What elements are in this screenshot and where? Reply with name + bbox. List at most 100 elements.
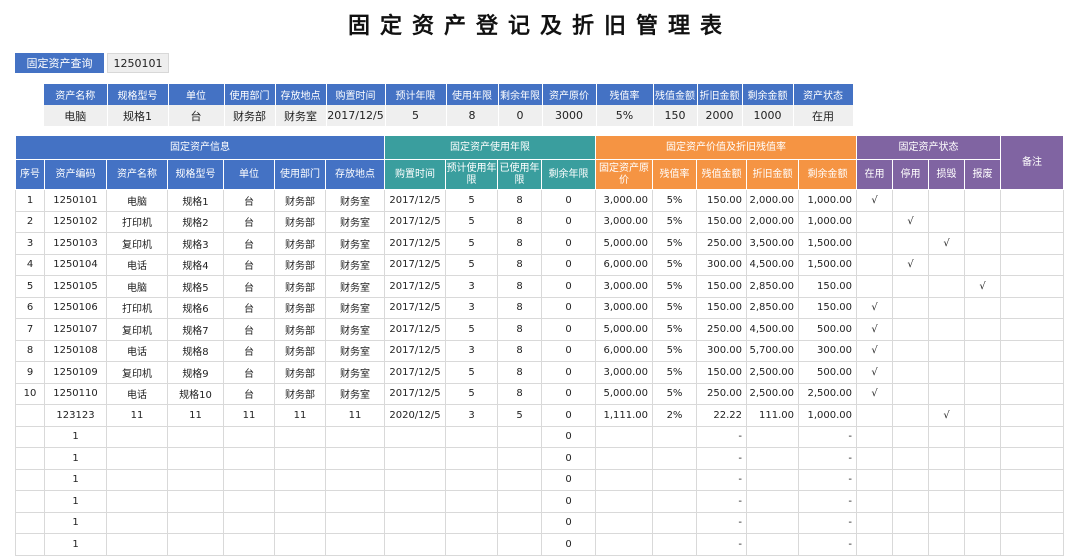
table-cell[interactable]: [497, 425, 542, 448]
table-cell[interactable]: [167, 490, 224, 513]
table-cell[interactable]: 财务室: [325, 382, 385, 405]
remark-cell[interactable]: [1000, 361, 1064, 384]
table-cell[interactable]: [856, 533, 893, 556]
table-cell[interactable]: 8: [497, 361, 542, 384]
table-cell[interactable]: 0: [541, 232, 596, 255]
table-cell[interactable]: 150.00: [696, 296, 747, 319]
table-cell[interactable]: 1: [15, 189, 45, 212]
table-cell[interactable]: -: [798, 533, 857, 556]
table-cell[interactable]: 1250107: [44, 318, 107, 341]
table-cell[interactable]: [964, 382, 1001, 405]
table-cell[interactable]: [167, 425, 224, 448]
table-cell[interactable]: 300.00: [696, 253, 747, 276]
table-cell[interactable]: 3: [445, 404, 498, 427]
table-cell[interactable]: 1250106: [44, 296, 107, 319]
table-cell[interactable]: 123123: [44, 404, 107, 427]
remark-cell[interactable]: [1000, 275, 1064, 298]
table-cell[interactable]: 3: [445, 339, 498, 362]
table-cell[interactable]: [746, 468, 799, 491]
table-cell[interactable]: -: [696, 533, 747, 556]
table-cell[interactable]: 300.00: [798, 339, 857, 362]
table-cell[interactable]: 8: [497, 382, 542, 405]
table-cell[interactable]: [892, 339, 929, 362]
table-cell[interactable]: 2: [15, 210, 45, 233]
table-cell[interactable]: 7: [15, 318, 45, 341]
remark-cell[interactable]: [1000, 533, 1064, 556]
table-cell[interactable]: [15, 425, 45, 448]
table-cell[interactable]: 1,000.00: [798, 189, 857, 212]
table-cell[interactable]: 财务室: [325, 210, 385, 233]
table-cell[interactable]: [223, 468, 275, 491]
remark-cell[interactable]: [1000, 404, 1064, 427]
table-cell[interactable]: [856, 210, 893, 233]
table-cell[interactable]: 11: [274, 404, 326, 427]
table-cell[interactable]: [274, 468, 326, 491]
remark-cell[interactable]: [1000, 511, 1064, 534]
table-cell[interactable]: 1: [44, 511, 107, 534]
table-cell[interactable]: [106, 447, 168, 470]
table-cell[interactable]: 财务室: [325, 253, 385, 276]
table-cell[interactable]: [223, 447, 275, 470]
table-cell[interactable]: 5%: [652, 296, 697, 319]
table-cell[interactable]: 2,850.00: [746, 275, 799, 298]
table-cell[interactable]: [928, 253, 965, 276]
table-cell[interactable]: 财务室: [325, 189, 385, 212]
table-cell[interactable]: 2017/12/5: [384, 232, 446, 255]
table-cell[interactable]: 1,000.00: [798, 210, 857, 233]
table-cell[interactable]: 财务部: [274, 361, 326, 384]
table-cell[interactable]: -: [696, 490, 747, 513]
table-cell[interactable]: [964, 404, 1001, 427]
table-cell[interactable]: [928, 361, 965, 384]
table-cell[interactable]: 1250109: [44, 361, 107, 384]
table-cell[interactable]: [445, 533, 498, 556]
table-cell[interactable]: [595, 425, 653, 448]
table-cell[interactable]: [964, 232, 1001, 255]
table-cell[interactable]: [15, 490, 45, 513]
table-cell[interactable]: 8: [497, 253, 542, 276]
table-cell[interactable]: [652, 468, 697, 491]
table-cell[interactable]: 复印机: [106, 318, 168, 341]
table-cell[interactable]: 8: [497, 189, 542, 212]
table-cell[interactable]: 3: [445, 275, 498, 298]
table-cell[interactable]: 2017/12/5: [384, 339, 446, 362]
table-cell[interactable]: [928, 425, 965, 448]
table-cell[interactable]: 2,850.00: [746, 296, 799, 319]
table-cell[interactable]: 电脑: [106, 189, 168, 212]
table-cell[interactable]: 300.00: [696, 339, 747, 362]
table-cell[interactable]: 11: [106, 404, 168, 427]
table-cell[interactable]: 5%: [652, 189, 697, 212]
table-cell[interactable]: 台: [223, 361, 275, 384]
table-cell[interactable]: [928, 296, 965, 319]
remark-cell[interactable]: [1000, 210, 1064, 233]
table-cell[interactable]: 5,700.00: [746, 339, 799, 362]
table-cell[interactable]: [497, 447, 542, 470]
table-cell[interactable]: 2017/12/5: [384, 318, 446, 341]
table-cell[interactable]: 2017/12/5: [384, 382, 446, 405]
table-cell[interactable]: [167, 533, 224, 556]
table-cell[interactable]: [964, 425, 1001, 448]
table-cell[interactable]: [652, 511, 697, 534]
table-cell[interactable]: [856, 425, 893, 448]
table-cell[interactable]: 财务部: [274, 275, 326, 298]
remark-cell[interactable]: [1000, 189, 1064, 212]
table-cell[interactable]: 1250102: [44, 210, 107, 233]
table-cell[interactable]: 10: [15, 382, 45, 405]
table-cell[interactable]: 2%: [652, 404, 697, 427]
table-cell[interactable]: 1: [44, 425, 107, 448]
table-cell[interactable]: 0: [541, 382, 596, 405]
table-cell[interactable]: [964, 210, 1001, 233]
table-cell[interactable]: [15, 468, 45, 491]
table-cell[interactable]: 5%: [652, 339, 697, 362]
table-cell[interactable]: 复印机: [106, 232, 168, 255]
table-cell[interactable]: [15, 511, 45, 534]
table-cell[interactable]: [445, 490, 498, 513]
table-cell[interactable]: [445, 447, 498, 470]
table-cell[interactable]: [106, 511, 168, 534]
table-cell[interactable]: 5: [497, 404, 542, 427]
table-cell[interactable]: 500.00: [798, 361, 857, 384]
table-cell[interactable]: 1: [44, 490, 107, 513]
remark-cell[interactable]: [1000, 382, 1064, 405]
table-cell[interactable]: 150.00: [696, 210, 747, 233]
table-cell[interactable]: 0: [541, 447, 596, 470]
table-cell[interactable]: 规格8: [167, 339, 224, 362]
